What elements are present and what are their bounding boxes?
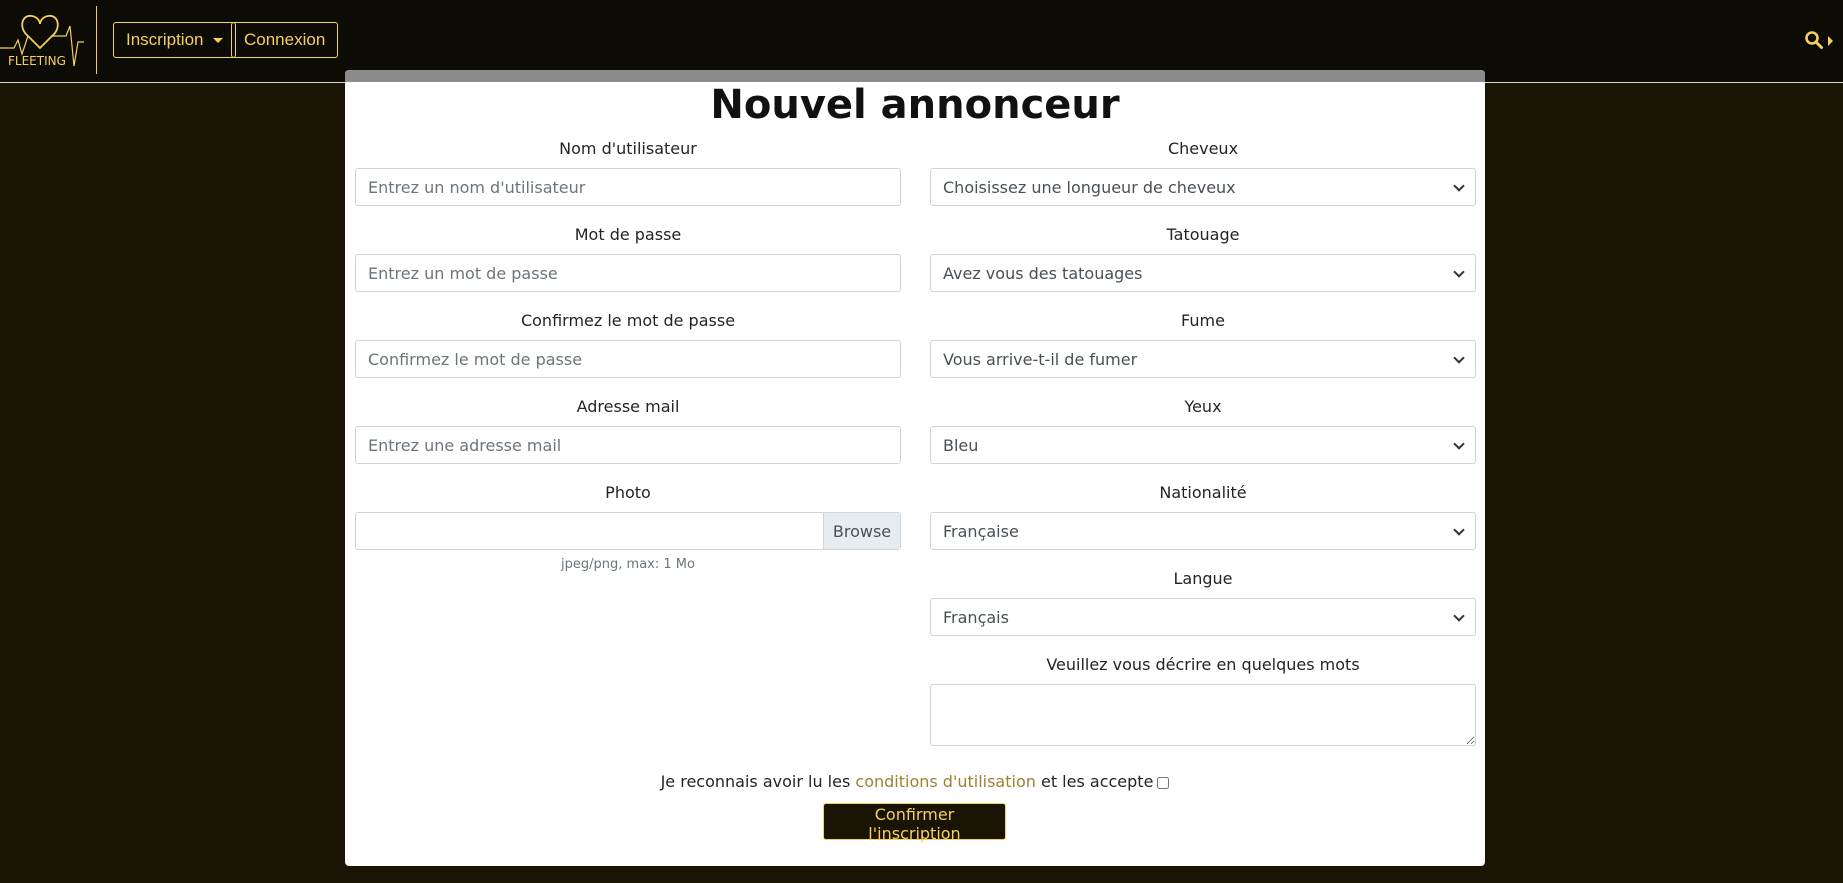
hair-select[interactable]: Choisissez une longueur de cheveux — [930, 168, 1476, 206]
inscription-dropdown-button[interactable]: Inscription — [113, 22, 237, 58]
username-label: Nom d'utilisateur — [559, 139, 697, 158]
logo-text: FLEETING — [8, 54, 66, 68]
eyes-select-value: Bleu — [943, 435, 979, 455]
description-label: Veuillez vous décrire en quelques mots — [1046, 655, 1360, 674]
hair-label: Cheveux — [1167, 139, 1239, 158]
hair-select-value: Choisissez une longueur de cheveux — [943, 177, 1236, 197]
caret-down-icon — [213, 37, 224, 43]
nav-divider — [96, 6, 97, 74]
email-input[interactable] — [355, 426, 901, 464]
nationality-select[interactable]: Française — [930, 512, 1476, 550]
language-select[interactable]: Français — [930, 598, 1476, 636]
chevron-down-icon — [1453, 610, 1465, 622]
nationality-label: Nationalité — [1159, 483, 1247, 502]
search-icon[interactable] — [1804, 30, 1824, 50]
terms-prefix: Je reconnais avoir lu les — [660, 772, 856, 791]
registration-card: Nouvel annonceur Nom d'utilisateur Mot d… — [345, 70, 1485, 866]
nationality-select-value: Française — [943, 521, 1019, 541]
smoke-label: Fume — [1181, 311, 1225, 330]
card-header-bar — [345, 70, 1485, 82]
smoke-select-value: Vous arrive-t-il de fumer — [943, 349, 1138, 369]
password-input[interactable] — [355, 254, 901, 292]
eyes-label: Yeux — [1184, 397, 1222, 416]
smoke-select[interactable]: Vous arrive-t-il de fumer — [930, 340, 1476, 378]
password-label: Mot de passe — [574, 225, 682, 244]
chevron-down-icon — [1453, 352, 1465, 364]
browse-button[interactable]: Browse — [823, 513, 900, 549]
chevron-down-icon — [1453, 438, 1465, 450]
photo-file-input[interactable]: Browse — [355, 512, 901, 550]
language-label: Langue — [1173, 569, 1233, 588]
tattoo-select-value: Avez vous des tatouages — [943, 263, 1143, 283]
connexion-label: Connexion — [244, 30, 326, 49]
username-input[interactable] — [355, 168, 901, 206]
photo-label: Photo — [605, 483, 651, 502]
tattoo-label: Tatouage — [1166, 225, 1240, 244]
description-textarea[interactable] — [930, 684, 1476, 746]
eyes-select[interactable]: Bleu — [930, 426, 1476, 464]
chevron-down-icon — [1453, 524, 1465, 536]
terms-suffix: et les accepte — [1035, 772, 1154, 791]
connexion-button[interactable]: Connexion — [231, 22, 339, 58]
tattoo-select[interactable]: Avez vous des tatouages — [930, 254, 1476, 292]
chevron-down-icon — [1453, 180, 1465, 192]
confirm-password-label: Confirmez le mot de passe — [520, 311, 736, 330]
language-select-value: Français — [943, 607, 1009, 627]
page-title: Nouvel annonceur — [710, 82, 1120, 128]
email-label: Adresse mail — [576, 397, 680, 416]
terms-link[interactable]: conditions d'utilisation — [855, 772, 1036, 791]
confirm-password-input[interactable] — [355, 340, 901, 378]
terms-line: Je reconnais avoir lu les conditions d'u… — [345, 772, 1485, 791]
confirm-registration-button[interactable]: Confirmer l'inscription — [823, 803, 1006, 843]
inscription-label: Inscription — [126, 30, 204, 49]
terms-checkbox[interactable] — [1157, 776, 1170, 789]
caret-right-icon[interactable] — [1828, 36, 1833, 46]
chevron-down-icon — [1453, 266, 1465, 278]
logo[interactable]: FLEETING — [0, 6, 90, 76]
photo-help-text: jpeg/png, max: 1 Mo — [561, 557, 695, 572]
